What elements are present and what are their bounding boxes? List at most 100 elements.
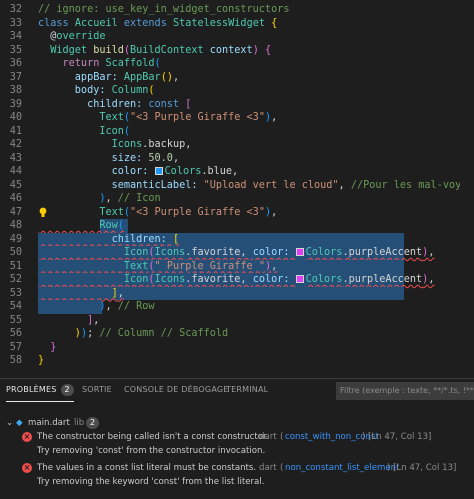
line-number: 43 [9, 152, 22, 164]
problems-panel: PROBLÈMES 2 SORTIE CONSOLE DE DÉBOGAGE TE… [0, 378, 474, 499]
code-text: children: const [ [38, 98, 192, 110]
code-text: children: [ [38, 233, 180, 245]
problem-location: [Ln 47, Col 13] [368, 432, 432, 442]
tab-problems[interactable]: PROBLÈMES 2 [6, 379, 74, 402]
line-number: 41 [9, 125, 22, 137]
code-line[interactable]: 43 size: 50.0, [0, 152, 474, 166]
code-text: Widget build(BuildContext context) { [38, 44, 272, 56]
color-swatch-icon[interactable] [154, 167, 163, 175]
code-text: Text("<3 Purple Giraffe <3"), [38, 206, 278, 218]
code-line[interactable]: 56 )); // Column // Scaffold [0, 327, 474, 341]
code-line[interactable]: 55 ], [0, 314, 474, 328]
code-text: ), // Icon [38, 193, 161, 204]
code-text: return Scaffold( [38, 58, 161, 69]
code-line[interactable]: 58} [0, 354, 474, 368]
code-text: Text(" Purple Giraffe "), [38, 260, 278, 272]
error-icon: × [22, 432, 32, 442]
code-line[interactable]: 46 ), // Icon [0, 192, 474, 206]
code-line[interactable]: 54 ), // Row [0, 300, 474, 314]
code-text: Icon(Icons.favorite, color: Colors.purpl… [38, 274, 435, 285]
code-text: ), // Row [38, 301, 155, 312]
problems-file-row[interactable]: ⌄ ◆ main.dart lib 2 [0, 416, 474, 430]
line-number: 37 [9, 71, 22, 83]
code-line[interactable]: 42 Icons.backup, [0, 138, 474, 152]
code-line[interactable]: 51 Text(" Purple Giraffe "), [0, 259, 474, 273]
code-line[interactable]: 39 children: const [ [0, 98, 474, 112]
code-text: Icons.backup, [38, 139, 192, 150]
line-number: 44 [9, 166, 22, 177]
tab-debug-console[interactable]: CONSOLE DE DÉBOGAGE [124, 379, 229, 401]
error-icon: × [22, 463, 32, 473]
tab-terminal[interactable]: TERMINAL [226, 379, 268, 401]
file-folder: lib [74, 418, 85, 428]
code-text: Row( [38, 220, 124, 231]
line-number: 35 [9, 44, 22, 56]
code-text: // ignore: use_key_in_widget_constructor… [38, 4, 290, 15]
line-number: 47 [9, 206, 22, 218]
problem-row[interactable]: × The constructor being called isn't a c… [0, 430, 474, 444]
panel-tabs: PROBLÈMES 2 SORTIE CONSOLE DE DÉBOGAGE TE… [0, 379, 474, 402]
problem-hint: Try removing 'const' from the constructo… [37, 446, 266, 456]
dart-file-icon: ◆ [16, 418, 23, 428]
code-line[interactable]: 37 appBar: AppBar(), [0, 71, 474, 85]
problem-row[interactable]: × The values in a const list literal mus… [0, 461, 474, 475]
code-line[interactable]: 57 } [0, 341, 474, 355]
line-number: 38 [9, 85, 22, 96]
line-number: 40 [9, 112, 22, 123]
code-text: Icon( [38, 125, 131, 137]
code-text: Icon(Icons.favorite, color: Colors.purpl… [38, 247, 435, 258]
code-line[interactable]: 44 color: Colors.blue, [0, 165, 474, 179]
code-text: } [38, 355, 45, 366]
problem-hint-row: Try removing 'const' from the constructo… [0, 444, 474, 458]
code-line[interactable]: 41 Icon( [0, 125, 474, 139]
code-line[interactable]: 38 body: Column( [0, 84, 474, 98]
line-number: 45 [9, 179, 22, 191]
problems-count-badge: 2 [60, 384, 74, 396]
code-editor[interactable]: 32 // ignore: use_key_in_widget_construct… [0, 0, 474, 378]
code-line[interactable]: 32 // ignore: use_key_in_widget_construct… [0, 3, 474, 17]
code-line[interactable]: 50 Icon(Icons.favorite, color: Colors.pu… [0, 246, 474, 260]
line-number: 42 [9, 139, 22, 150]
problem-hint: Try removing the keyword 'const' from th… [37, 477, 265, 487]
line-number: 54 [9, 301, 22, 312]
line-number: 53 [9, 287, 22, 299]
line-number: 50 [9, 247, 22, 258]
tab-output[interactable]: SORTIE [82, 379, 112, 401]
code-line[interactable]: 45 semanticLabel: "Upload vert le cloud"… [0, 179, 474, 193]
code-line[interactable]: 47 Text("<3 Purple Giraffe <3"), [0, 206, 474, 220]
code-line[interactable]: 35 Widget build(BuildContext context) { [0, 44, 474, 58]
code-line[interactable]: 53 ], [0, 286, 474, 300]
problem-message: The constructor being called isn't a con… [37, 432, 269, 442]
problems-filter-input[interactable]: Filtre (exemple : texte, **/*.ts, !**/no [336, 382, 474, 400]
problem-source: dart [259, 463, 277, 473]
line-number: 33 [9, 17, 22, 29]
line-number: 48 [9, 220, 22, 231]
tab-problems-label: PROBLÈMES [6, 385, 57, 394]
problem-code-link[interactable]: non_constant_list_element [285, 461, 399, 475]
code-line[interactable]: 33 class Accueil extends StatelessWidget … [0, 17, 474, 31]
chevron-down-icon: ⌄ [6, 418, 14, 428]
editor-scrollbar[interactable] [460, 0, 474, 378]
code-line[interactable]: 36 return Scaffold( [0, 57, 474, 71]
code-line[interactable]: 40 Text("<3 Purple Giraffe <3"), [0, 111, 474, 125]
problem-source: dart [259, 432, 277, 442]
code-text: ], [38, 287, 124, 299]
code-text: color: Colors.blue, [38, 166, 239, 177]
line-number: 34 [9, 31, 22, 42]
line-number: 52 [9, 274, 22, 285]
code-line[interactable]: 48 Row( [0, 219, 474, 233]
color-swatch-icon[interactable] [295, 248, 304, 256]
line-number: 58 [9, 355, 22, 366]
problem-message: The values in a const list literal must … [37, 463, 257, 473]
line-number: 49 [9, 233, 22, 245]
code-line[interactable]: 34 @override [0, 30, 474, 44]
line-number: 36 [9, 58, 22, 69]
problem-location: [Ln 47, Col 13] [393, 463, 457, 473]
line-number: 56 [9, 328, 22, 339]
code-line[interactable]: 49 children: [ [0, 232, 474, 246]
line-number: 39 [9, 98, 22, 110]
color-swatch-icon[interactable] [295, 275, 304, 283]
code-text: size: 50.0, [38, 152, 180, 164]
code-text: )); // Column // Scaffold [38, 328, 229, 339]
code-line[interactable]: 52 Icon(Icons.favorite, color: Colors.pu… [0, 273, 474, 287]
